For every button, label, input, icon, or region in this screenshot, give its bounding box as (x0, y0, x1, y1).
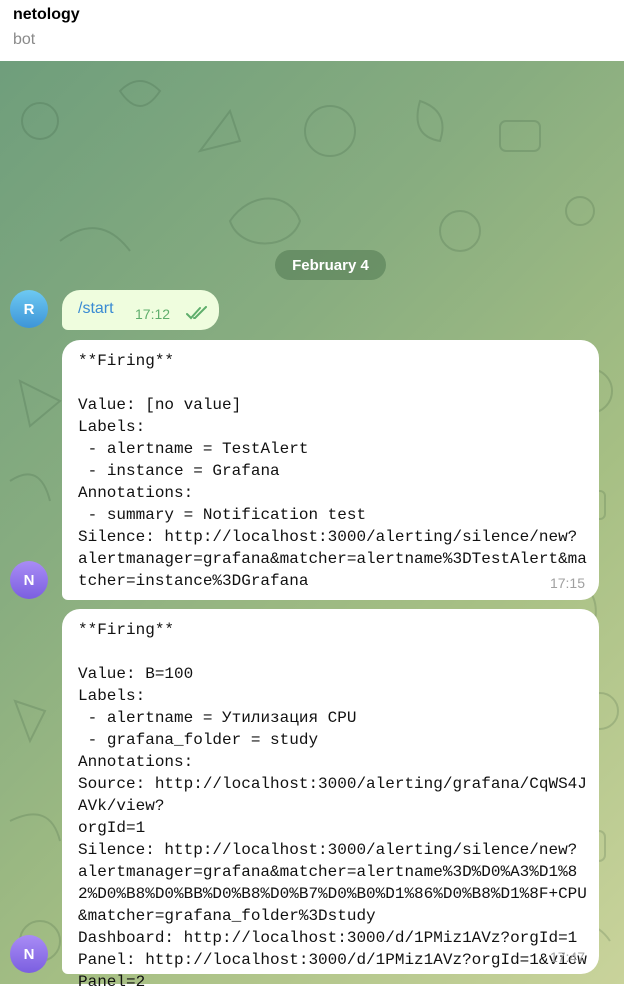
start-command-link[interactable]: /start (78, 300, 114, 318)
date-separator: February 4 (275, 250, 386, 280)
message-text[interactable]: **Firing** Value: B=100 Labels: - alertn… (78, 619, 588, 993)
double-check-icon (186, 306, 207, 320)
incoming-message[interactable]: **Firing** Value: B=100 Labels: - alertn… (62, 609, 599, 991)
message-time: 17:15 (549, 575, 585, 591)
chat-status: bot (13, 31, 36, 48)
message-time: 17:47 (549, 949, 585, 965)
incoming-message[interactable]: **Firing** Value: [no value] Labels: - a… (62, 340, 599, 600)
bot-avatar[interactable]: N (10, 561, 48, 599)
outgoing-message[interactable]: /start 17:12 (62, 290, 219, 330)
message-text[interactable]: **Firing** Value: [no value] Labels: - a… (78, 350, 588, 592)
chat-header[interactable]: netology bot (0, 0, 624, 61)
user-avatar[interactable]: R (10, 290, 48, 328)
chat-title: netology (13, 6, 80, 23)
message-time: 17:12 (135, 306, 171, 322)
bot-avatar[interactable]: N (10, 935, 48, 973)
